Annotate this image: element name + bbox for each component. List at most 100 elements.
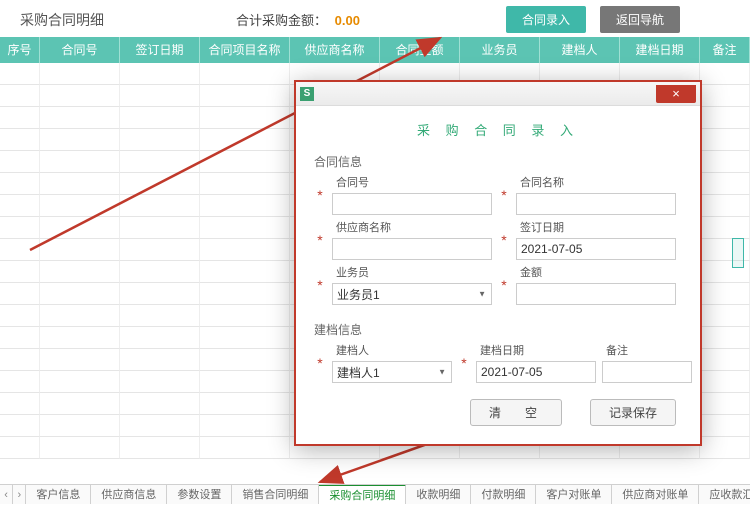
table-cell[interactable] <box>0 261 40 283</box>
table-cell[interactable] <box>0 305 40 327</box>
table-cell[interactable] <box>120 371 200 393</box>
clear-button[interactable]: 清 空 <box>470 399 562 426</box>
table-cell[interactable] <box>40 129 120 151</box>
table-cell[interactable] <box>40 371 120 393</box>
table-cell[interactable] <box>0 173 40 195</box>
table-cell[interactable] <box>40 349 120 371</box>
table-cell[interactable] <box>200 437 290 459</box>
table-cell[interactable] <box>40 151 120 173</box>
sheet-tab[interactable]: 供应商信息 <box>91 485 167 504</box>
table-cell[interactable] <box>120 261 200 283</box>
table-cell[interactable] <box>200 415 290 437</box>
table-cell[interactable] <box>700 415 750 437</box>
table-cell[interactable] <box>700 371 750 393</box>
table-cell[interactable] <box>0 63 40 85</box>
table-cell[interactable] <box>0 415 40 437</box>
table-cell[interactable] <box>700 393 750 415</box>
table-cell[interactable] <box>0 239 40 261</box>
table-cell[interactable] <box>120 327 200 349</box>
dialog-titlebar[interactable]: S × <box>296 82 700 106</box>
table-cell[interactable] <box>700 349 750 371</box>
table-cell[interactable] <box>40 239 120 261</box>
select-agent[interactable] <box>332 283 492 305</box>
table-cell[interactable] <box>120 349 200 371</box>
sheet-tab[interactable]: 销售合同明细 <box>232 485 319 504</box>
table-cell[interactable] <box>200 261 290 283</box>
sheet-tab[interactable]: 应收款汇总 <box>699 485 750 504</box>
input-file-date[interactable] <box>476 361 596 383</box>
table-cell[interactable] <box>200 85 290 107</box>
table-cell[interactable] <box>0 217 40 239</box>
select-filer[interactable] <box>332 361 452 383</box>
table-cell[interactable] <box>700 195 750 217</box>
table-cell[interactable] <box>200 173 290 195</box>
table-cell[interactable] <box>700 283 750 305</box>
table-cell[interactable] <box>40 173 120 195</box>
tab-nav-next[interactable]: › <box>13 485 26 504</box>
table-cell[interactable] <box>200 327 290 349</box>
table-cell[interactable] <box>120 63 200 85</box>
table-cell[interactable] <box>40 327 120 349</box>
table-cell[interactable] <box>0 151 40 173</box>
table-cell[interactable] <box>40 393 120 415</box>
table-cell[interactable] <box>120 173 200 195</box>
table-cell[interactable] <box>40 63 120 85</box>
table-cell[interactable] <box>200 63 290 85</box>
table-cell[interactable] <box>700 173 750 195</box>
table-cell[interactable] <box>40 107 120 129</box>
sheet-tab[interactable]: 供应商对账单 <box>612 485 699 504</box>
table-cell[interactable] <box>200 305 290 327</box>
contract-entry-button[interactable]: 合同录入 <box>506 6 586 33</box>
table-cell[interactable] <box>40 195 120 217</box>
table-cell[interactable] <box>200 349 290 371</box>
tab-nav-prev[interactable]: ‹ <box>0 485 13 504</box>
table-cell[interactable] <box>200 195 290 217</box>
input-supplier[interactable] <box>332 238 492 260</box>
table-cell[interactable] <box>200 371 290 393</box>
table-cell[interactable] <box>120 415 200 437</box>
table-cell[interactable] <box>200 393 290 415</box>
table-cell[interactable] <box>120 107 200 129</box>
sheet-tab[interactable]: 客户信息 <box>26 485 91 504</box>
back-nav-button[interactable]: 返回导航 <box>600 6 680 33</box>
table-cell[interactable] <box>0 327 40 349</box>
table-cell[interactable] <box>200 283 290 305</box>
table-cell[interactable] <box>120 129 200 151</box>
sheet-tab[interactable]: 客户对账单 <box>536 485 612 504</box>
input-amount[interactable] <box>516 283 676 305</box>
table-cell[interactable] <box>0 107 40 129</box>
sheet-tab[interactable]: 付款明细 <box>471 485 536 504</box>
table-cell[interactable] <box>120 151 200 173</box>
table-cell[interactable] <box>120 239 200 261</box>
input-contract-no[interactable] <box>332 193 492 215</box>
table-cell[interactable] <box>0 85 40 107</box>
close-icon[interactable]: × <box>656 85 696 103</box>
table-cell[interactable] <box>700 107 750 129</box>
input-remark[interactable] <box>602 361 692 383</box>
table-cell[interactable] <box>40 415 120 437</box>
table-cell[interactable] <box>700 151 750 173</box>
table-cell[interactable] <box>40 85 120 107</box>
table-cell[interactable] <box>120 393 200 415</box>
table-cell[interactable] <box>40 217 120 239</box>
table-cell[interactable] <box>0 437 40 459</box>
table-cell[interactable] <box>700 437 750 459</box>
table-cell[interactable] <box>700 63 750 85</box>
table-cell[interactable] <box>700 305 750 327</box>
sheet-tab[interactable]: 收款明细 <box>406 485 471 504</box>
table-cell[interactable] <box>120 217 200 239</box>
table-cell[interactable] <box>40 283 120 305</box>
table-cell[interactable] <box>700 85 750 107</box>
table-cell[interactable] <box>0 371 40 393</box>
table-cell[interactable] <box>40 437 120 459</box>
table-cell[interactable] <box>40 305 120 327</box>
sheet-tab[interactable]: 采购合同明细 <box>319 485 406 504</box>
input-sign-date[interactable] <box>516 238 676 260</box>
table-cell[interactable] <box>700 129 750 151</box>
table-cell[interactable] <box>40 261 120 283</box>
table-cell[interactable] <box>120 437 200 459</box>
table-cell[interactable] <box>120 283 200 305</box>
save-button[interactable]: 记录保存 <box>590 399 676 426</box>
table-cell[interactable] <box>200 129 290 151</box>
table-cell[interactable] <box>120 85 200 107</box>
